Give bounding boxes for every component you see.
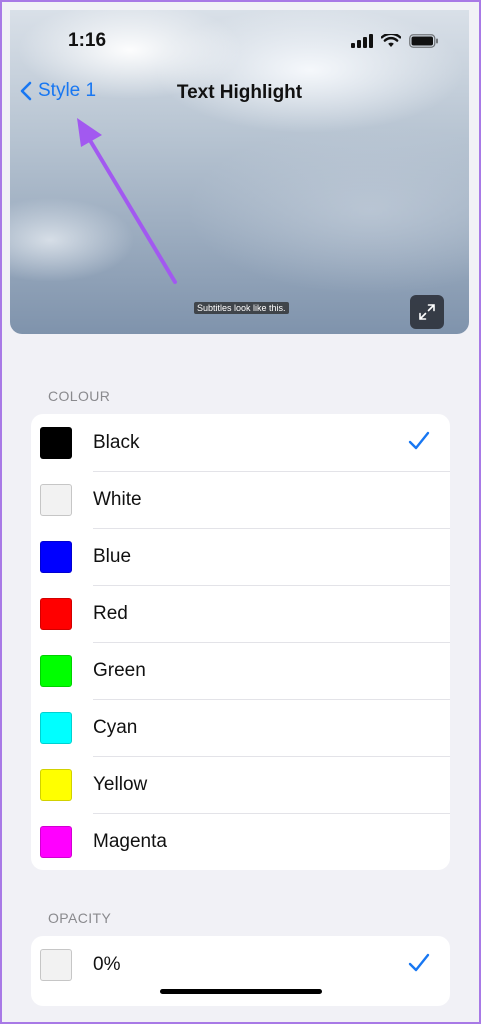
list-item[interactable]: Yellow: [31, 756, 450, 813]
navigation-bar: Style 1 Text Highlight: [10, 72, 469, 116]
expand-icon: [419, 304, 435, 320]
status-icons: [351, 34, 439, 48]
opacity-section-header: OPACITY: [48, 910, 112, 926]
wifi-icon: [381, 34, 401, 47]
list-item[interactable]: Red: [31, 585, 450, 642]
list-item[interactable]: Green: [31, 642, 450, 699]
list-item-label: White: [93, 488, 142, 510]
checkmark-icon: [408, 953, 430, 972]
opacity-list: 0%: [31, 936, 450, 1006]
subtitle-preview: 1:16 Style 1 Text Highlight Subtitles lo…: [10, 10, 469, 334]
color-swatch: [40, 768, 72, 801]
screenshot-frame: 1:16 Style 1 Text Highlight Subtitles lo…: [0, 0, 481, 1024]
list-item[interactable]: Cyan: [31, 699, 450, 756]
list-item-label: Yellow: [93, 773, 148, 795]
cellular-signal-icon: [351, 34, 373, 48]
color-swatch: [40, 483, 72, 516]
list-item[interactable]: Black: [31, 414, 450, 471]
color-swatch: [40, 426, 72, 459]
color-swatch: [40, 948, 72, 981]
list-item-label: 0%: [93, 953, 121, 975]
page-title: Text Highlight: [176, 82, 303, 103]
list-item-label: Cyan: [93, 716, 138, 738]
list-item-label: Black: [93, 431, 140, 453]
list-item[interactable]: Magenta: [31, 813, 450, 870]
colour-section-header: COLOUR: [48, 388, 111, 404]
color-swatch: [40, 654, 72, 687]
status-bar: 1:16: [10, 10, 469, 70]
list-item-label: Magenta: [93, 830, 167, 852]
color-swatch: [40, 711, 72, 744]
list-item[interactable]: 0%: [31, 936, 450, 993]
list-item-label: Blue: [93, 545, 132, 567]
fullscreen-button[interactable]: [410, 295, 444, 329]
battery-icon: [409, 34, 438, 48]
list-item[interactable]: Blue: [31, 528, 450, 585]
color-swatch: [40, 540, 72, 573]
home-indicator: [160, 989, 322, 994]
checkmark-icon: [408, 431, 430, 450]
color-swatch: [40, 825, 72, 858]
list-item-label: Green: [93, 659, 146, 681]
colour-list: Black White Blue Red Green Cyan Yellow Magenta: [31, 414, 450, 870]
list-item[interactable]: White: [31, 471, 450, 528]
list-item-label: Red: [93, 602, 128, 624]
subtitle-sample-text: Subtitles look like this.: [194, 302, 289, 314]
status-time: 1:16: [68, 30, 107, 51]
color-swatch: [40, 597, 72, 630]
